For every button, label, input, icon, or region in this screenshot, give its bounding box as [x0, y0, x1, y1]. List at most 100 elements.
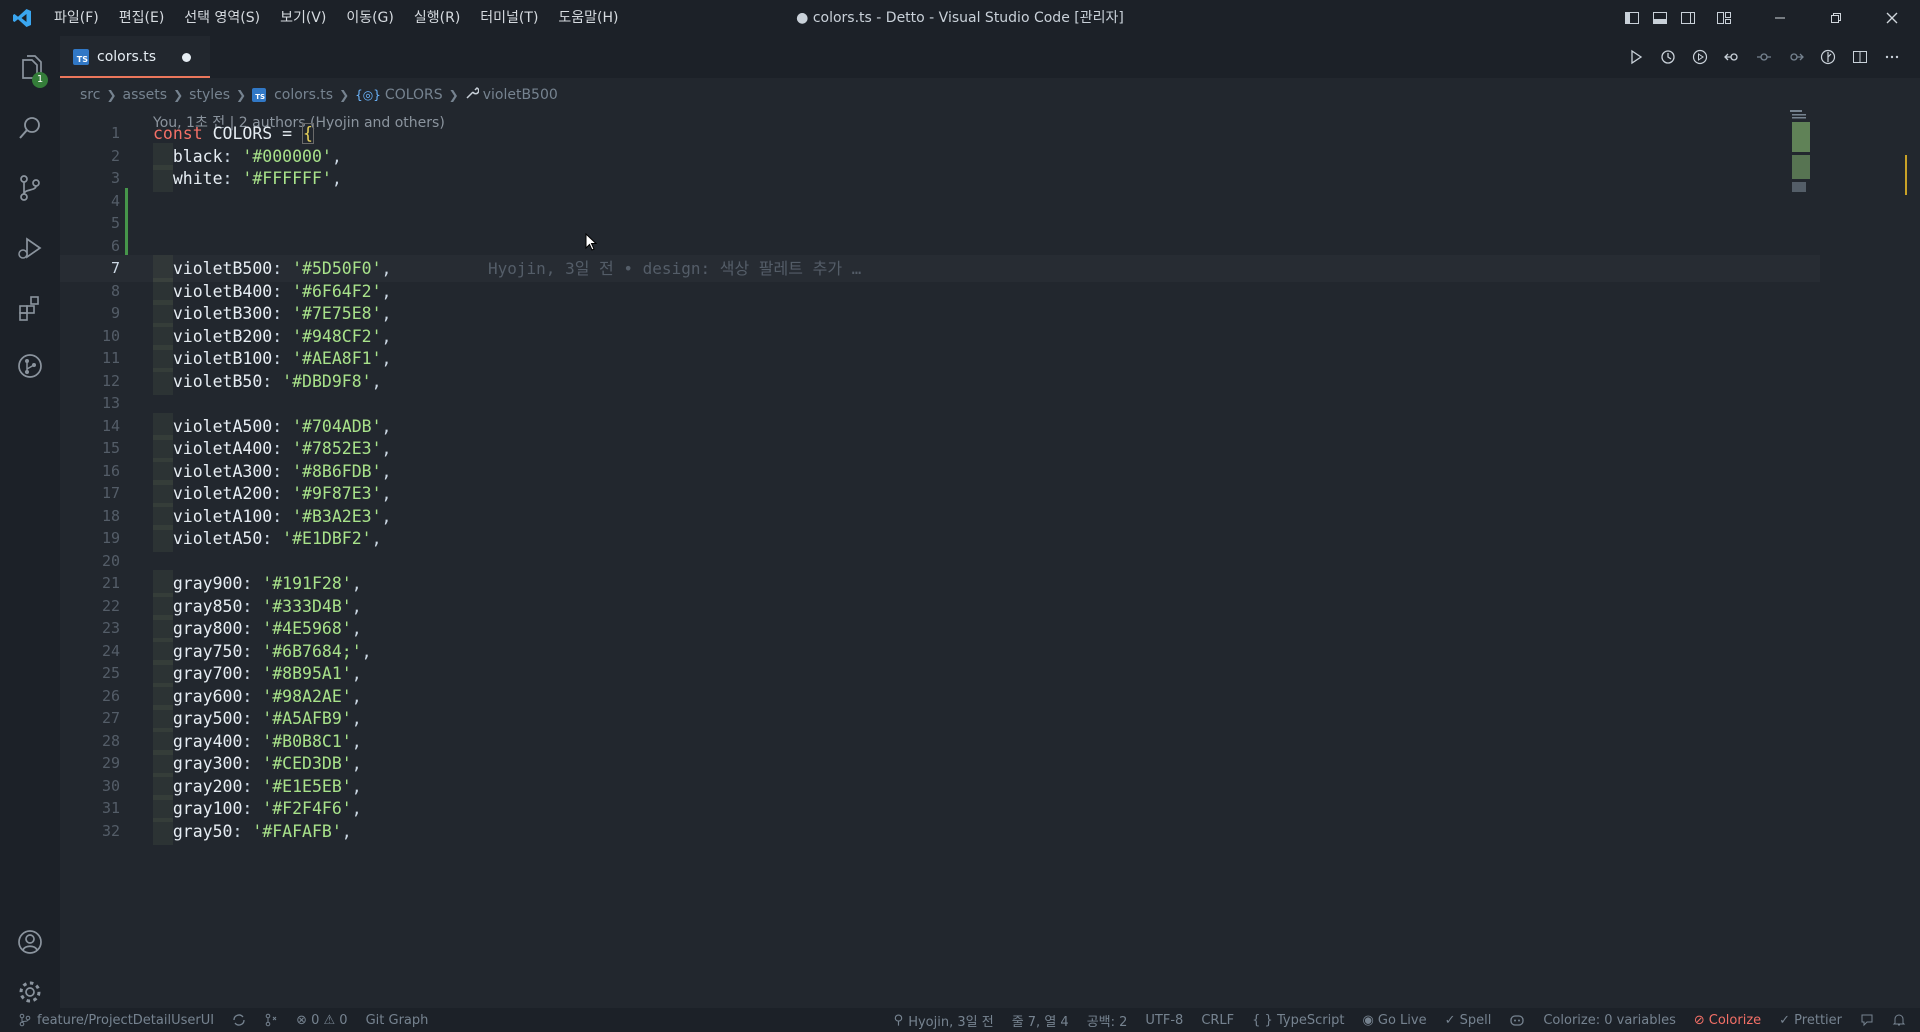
spell-item[interactable]: ✓ Spell	[1436, 1008, 1501, 1032]
vscode-logo-icon	[0, 0, 44, 36]
breadcrumb-property[interactable]: violetB500	[483, 87, 558, 103]
more-actions-icon[interactable]	[1876, 36, 1908, 78]
end-of-line[interactable]: CRLF	[1192, 1008, 1243, 1032]
property-key: violetA300	[172, 461, 273, 481]
breadcrumb-object[interactable]: COLORS	[385, 87, 443, 103]
menu-item[interactable]: 터미널(T)	[470, 0, 548, 36]
go-live-button[interactable]: ◉ Go Live	[1354, 1008, 1436, 1032]
problems-item[interactable]: ⊗ 0 ⚠ 0	[287, 1008, 357, 1032]
menu-item[interactable]: 실행(R)	[404, 0, 470, 36]
string-value: '#CED3DB'	[262, 754, 352, 773]
cursor-position[interactable]: 줄 7, 열 4	[1003, 1008, 1078, 1032]
explorer-icon[interactable]: 1	[0, 42, 60, 94]
breadcrumb-file[interactable]: colors.ts	[274, 87, 333, 103]
code-editor[interactable]: You, 1초 전 | 2 authors (Hyojin and others…	[60, 108, 1920, 1008]
code-line[interactable]: 19 violetA50: '#E1DBF2',	[60, 525, 1820, 552]
toggle-panel-icon[interactable]	[1646, 0, 1674, 36]
toggle-secondary-sidebar-icon[interactable]	[1674, 0, 1702, 36]
run-debug-icon[interactable]	[0, 222, 60, 274]
string-value: '#6B7684;'	[262, 641, 362, 661]
menu-item[interactable]: 도움말(H)	[548, 0, 628, 36]
chevron-right-icon: ❯	[173, 88, 184, 102]
code-text: violetB50: '#DBD9F8',	[172, 371, 382, 391]
colorize-toggle[interactable]: ⊘ Colorize	[1685, 1008, 1770, 1032]
encoding[interactable]: UTF-8	[1136, 1008, 1192, 1032]
source-control-icon[interactable]	[0, 162, 60, 214]
string-value: '#A5AFB9'	[262, 709, 352, 728]
minimize-button[interactable]	[1752, 0, 1808, 36]
string-value: '#704ADB'	[292, 416, 382, 436]
code-line[interactable]: 12 violetB50: '#DBD9F8',	[60, 367, 1820, 395]
property-key: violetA200	[172, 484, 273, 503]
git-graph-icon[interactable]	[0, 340, 60, 392]
timeline-history-icon[interactable]	[1652, 36, 1684, 78]
menu-item[interactable]: 선택 영역(S)	[174, 0, 270, 36]
colorize-label: Colorize	[1708, 1012, 1762, 1028]
minimap[interactable]	[1784, 108, 1824, 198]
colorize-variables[interactable]: Colorize: 0 variables	[1534, 1008, 1685, 1032]
status-right: ⚲ Hyojin, 3일 전 줄 7, 열 4 공백: 2 UTF-8 CRLF …	[885, 1008, 1920, 1032]
object-symbol-icon: {◎}	[355, 88, 381, 102]
toggle-primary-sidebar-icon[interactable]	[1618, 0, 1646, 36]
property-key: gray750	[172, 641, 243, 661]
search-icon[interactable]	[0, 102, 60, 154]
string-value: '#8B6FDB'	[292, 461, 382, 481]
property-key: violetB500	[172, 259, 273, 278]
activity-bar: 1	[0, 36, 60, 1008]
language-mode[interactable]: { } TypeScript	[1243, 1008, 1353, 1032]
commit-icon: ⚲	[893, 1012, 904, 1028]
copilot-icon[interactable]	[1500, 1008, 1534, 1032]
explorer-badge: 1	[32, 72, 48, 88]
play-circle-icon[interactable]	[1684, 36, 1716, 78]
broadcast-icon: ◉	[1362, 1012, 1374, 1028]
publish-icon[interactable]	[255, 1008, 287, 1032]
git-blame-item[interactable]: ⚲ Hyojin, 3일 전	[885, 1008, 1003, 1032]
code-line[interactable]: 3 white: '#FFFFFF',	[60, 165, 1820, 192]
string-value: '#98A2AE'	[262, 686, 352, 706]
property-key: violetB400	[172, 281, 273, 301]
open-changes-icon[interactable]	[1812, 36, 1844, 78]
prettier-item[interactable]: ✓ Prettier	[1770, 1008, 1851, 1032]
commit-icon[interactable]	[1748, 36, 1780, 78]
string-value: '#B3A2E3'	[292, 506, 382, 526]
property-key: white	[172, 169, 223, 188]
previous-change-icon[interactable]	[1716, 36, 1748, 78]
menu-item[interactable]: 보기(V)	[270, 0, 336, 36]
breadcrumb-src[interactable]: src	[80, 87, 100, 103]
close-button[interactable]	[1864, 0, 1920, 36]
split-editor-icon[interactable]	[1844, 36, 1876, 78]
menu-item[interactable]: 편집(E)	[109, 0, 175, 36]
feedback-icon[interactable]	[1851, 1008, 1883, 1032]
customize-layout-icon[interactable]	[1710, 0, 1738, 36]
string-value: '#4E5968'	[262, 619, 352, 638]
tab-colors-ts[interactable]: TS colors.ts	[60, 36, 210, 78]
menu-item[interactable]: 이동(G)	[336, 0, 404, 36]
scrollbar[interactable]	[1905, 155, 1920, 195]
next-change-icon[interactable]	[1780, 36, 1812, 78]
gutter-change-marker[interactable]	[125, 187, 128, 255]
property-key: violetA50	[172, 529, 263, 548]
blame-text: Hyojin, 3일 전	[908, 1014, 994, 1030]
notifications-bell-icon[interactable]	[1883, 1008, 1920, 1032]
code-line[interactable]: 32 gray50: '#FAFAFB',	[60, 817, 1820, 845]
accounts-icon[interactable]	[0, 916, 60, 968]
indentation[interactable]: 공백: 2	[1078, 1008, 1137, 1032]
code-text: violetA50: '#E1DBF2',	[172, 529, 382, 548]
menu-item[interactable]: 파일(F)	[44, 0, 109, 36]
extensions-icon[interactable]	[0, 282, 60, 334]
property-key: gray600	[172, 686, 243, 706]
sync-icon[interactable]	[223, 1008, 255, 1032]
breadcrumb-styles[interactable]: styles	[189, 87, 230, 103]
git-graph-button[interactable]: Git Graph	[357, 1008, 438, 1032]
restore-button[interactable]	[1808, 0, 1864, 36]
property-key: gray100	[172, 799, 243, 818]
property-key: gray400	[172, 731, 243, 751]
run-icon[interactable]	[1620, 36, 1652, 78]
unsaved-dot-icon[interactable]	[182, 52, 192, 62]
code-text: gray50: '#FAFAFB',	[172, 821, 352, 841]
string-value: '#F2F4F6'	[262, 799, 352, 818]
string-value: '#9F87E3'	[292, 484, 382, 503]
string-value: '#DBD9F8'	[282, 371, 372, 391]
branch-item[interactable]: feature/ProjectDetailUserUI	[0, 1008, 223, 1032]
breadcrumb-assets[interactable]: assets	[123, 87, 168, 103]
